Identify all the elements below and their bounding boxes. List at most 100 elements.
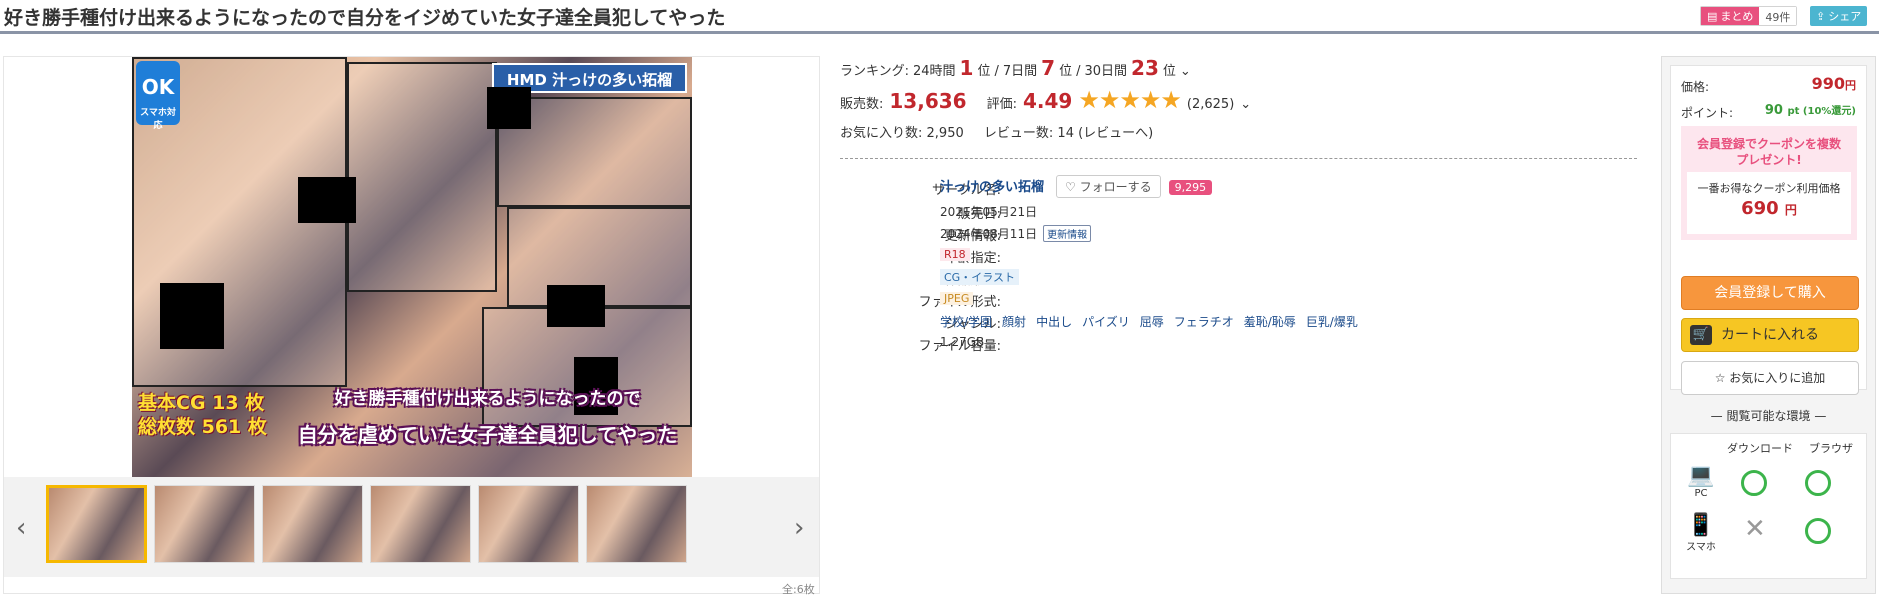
genre-tag[interactable]: 中出し bbox=[1036, 315, 1072, 329]
thumbnail[interactable] bbox=[478, 485, 579, 563]
work-details: サークル名: 汁っけの多い拓榴 ♡ フォローする 9,295 販売日: 2021年05… bbox=[838, 174, 1638, 354]
genre-tag[interactable]: 顔射 bbox=[1002, 315, 1026, 329]
matome-label: ▤ まとめ bbox=[1701, 7, 1760, 25]
fav-count: 2,950 bbox=[926, 126, 964, 141]
follower-count: 9,295 bbox=[1168, 180, 1213, 195]
add-fav-label: お気に入りに追加 bbox=[1729, 371, 1826, 385]
ranking-30d-value: 23 bbox=[1131, 56, 1159, 80]
ranking-24h-value: 1 bbox=[959, 56, 974, 80]
separator: / bbox=[1076, 64, 1081, 79]
update-value: 2024年08月11日 更新情報 bbox=[940, 225, 1092, 242]
file-size: 1.27GB bbox=[940, 335, 985, 349]
add-to-cart-button[interactable]: 🛒 カートに入れる bbox=[1681, 318, 1859, 352]
thumbnail[interactable] bbox=[586, 485, 687, 563]
work-form-badge[interactable]: CG・イラスト bbox=[940, 269, 1019, 285]
prev-arrow-icon[interactable]: ‹ bbox=[16, 513, 26, 543]
ranking-30d-label: 30日間 bbox=[1084, 64, 1128, 79]
rank-unit: 位 bbox=[977, 64, 991, 79]
sales-label: 販売数: bbox=[840, 97, 884, 112]
browser-phone-ok-icon bbox=[1805, 518, 1831, 544]
chevron-down-icon[interactable]: ⌄ bbox=[1180, 64, 1191, 79]
add-to-favorites-button[interactable]: ☆ お気に入りに追加 bbox=[1681, 361, 1859, 395]
rating-value: 4.49 bbox=[1022, 89, 1073, 113]
stats-row: お気に入り数: 2,950 レビュー数: 14 (レビューへ) bbox=[840, 122, 1153, 141]
coupon-price-amount: 690 bbox=[1741, 198, 1779, 219]
coupon-price-unit: 円 bbox=[1784, 203, 1797, 217]
purchase-sidebar: 価格: 990 円 ポイント: 90 pt (10%還元) 会員登録でクーポンを複… bbox=[1661, 56, 1876, 594]
sales-value: 13,636 bbox=[889, 89, 967, 113]
coupon-title-line: 会員登録でクーポンを複数 bbox=[1696, 137, 1841, 151]
thumbnail[interactable] bbox=[370, 485, 471, 563]
price-amount: 990 bbox=[1811, 74, 1845, 93]
cover-title-line: 好き勝手種付け出来るようになったので bbox=[334, 389, 641, 409]
update-info-tag[interactable]: 更新情報 bbox=[1043, 225, 1092, 242]
detail-row-age: 年齢指定: R18 bbox=[838, 244, 1638, 266]
next-arrow-icon[interactable]: › bbox=[794, 513, 804, 543]
detail-row-file: ファイル形式:JPEG bbox=[838, 288, 1638, 310]
review-link[interactable]: (レビューへ) bbox=[1078, 126, 1153, 141]
ranking-row: ランキング: 24時間 1位 / 7日間 7位 / 30日間 23 位 ⌄ bbox=[840, 56, 1191, 80]
cg-count-line: 総枚数 561 枚 bbox=[138, 416, 267, 438]
smartphone-icon: 📱 bbox=[1687, 513, 1715, 538]
purchase-box: 価格: 990 円 ポイント: 90 pt (10%還元) 会員登録でクーポンを複… bbox=[1670, 65, 1867, 395]
phone-device: 📱 スマホ bbox=[1683, 513, 1719, 554]
download-column-header: ダウンロード bbox=[1727, 442, 1793, 455]
download-phone-ng-icon: ✕ bbox=[1744, 514, 1766, 544]
rating-label: 評価: bbox=[986, 97, 1017, 112]
censor-bar bbox=[547, 285, 605, 327]
cg-count-line: 基本CG 13 枚 bbox=[138, 392, 265, 414]
coupon-promo[interactable]: 会員登録でクーポンを複数 プレゼント! 一番お得なクーポン利用価格 690 円 bbox=[1681, 126, 1857, 240]
pc-label: PC bbox=[1694, 488, 1708, 499]
release-date[interactable]: 2021年05月21日 bbox=[940, 203, 1037, 220]
environment-table: ダウンロード ブラウザ 💻 PC 📱 スマホ ✕ bbox=[1670, 433, 1867, 579]
genre-tag[interactable]: 巨乳/爆乳 bbox=[1306, 315, 1358, 329]
censor-bar bbox=[160, 283, 224, 349]
genre-tag[interactable]: 羞恥/恥辱 bbox=[1244, 315, 1296, 329]
thumbnail[interactable] bbox=[262, 485, 363, 563]
ranking-24h-label: 24時間 bbox=[913, 64, 956, 79]
chevron-down-icon[interactable]: ⌄ bbox=[1240, 97, 1251, 112]
heart-icon: ♡ bbox=[1065, 180, 1080, 194]
price-label: 価格: bbox=[1681, 80, 1710, 94]
detail-row-release: 販売日: 2021年05月21日 bbox=[838, 200, 1638, 222]
coupon-price: 690 円 bbox=[1687, 198, 1851, 219]
circle-link[interactable]: 汁っけの多い拓榴 bbox=[940, 180, 1044, 195]
review-label: レビュー数: bbox=[983, 126, 1054, 141]
divider bbox=[840, 158, 1637, 159]
matome-button[interactable]: ▤ まとめ 49件 bbox=[1700, 6, 1798, 26]
product-gallery: OK スマホ対応 HMD 汁っけの多い拓榴 基本CG 13 枚総枚数 561 枚 … bbox=[3, 56, 820, 596]
phone-label: スマホ bbox=[1686, 542, 1716, 553]
ok-badge-sub: スマホ対応 bbox=[140, 108, 176, 131]
genre-tag[interactable]: パイズリ bbox=[1082, 315, 1130, 329]
genre-tag[interactable]: 屈辱 bbox=[1140, 315, 1164, 329]
coupon-subtitle: 一番お得なクーポン利用価格 bbox=[1697, 182, 1841, 195]
star-icon: ☆ bbox=[1714, 371, 1730, 385]
coupon-title-line: プレゼント! bbox=[1736, 153, 1802, 167]
thumbnail[interactable] bbox=[154, 485, 255, 563]
cover-title-line: 自分を虐めていた女子達全員犯してやった bbox=[297, 423, 678, 447]
cover-title: 好き勝手種付け出来るようになったので自分を虐めていた女子達全員犯してやった bbox=[290, 382, 685, 454]
browser-pc-ok-icon bbox=[1805, 470, 1831, 496]
genre-tag[interactable]: フェラチオ bbox=[1174, 315, 1234, 329]
rank-unit: 位 bbox=[1162, 64, 1176, 79]
point-label: ポイント: bbox=[1681, 106, 1734, 120]
thumbnail[interactable] bbox=[46, 485, 147, 563]
point-amount: 90 bbox=[1764, 103, 1783, 118]
register-and-buy-button[interactable]: 会員登録して購入 bbox=[1681, 276, 1859, 310]
bookmark-icon: ▤ bbox=[1707, 9, 1718, 23]
point-suffix: pt (10%還元) bbox=[1787, 106, 1857, 117]
matome-label-text: まとめ bbox=[1720, 10, 1754, 23]
pc-device: 💻 PC bbox=[1683, 463, 1719, 500]
main-product-image[interactable]: OK スマホ対応 HMD 汁っけの多い拓榴 基本CG 13 枚総枚数 561 枚 … bbox=[132, 57, 692, 477]
file-format-badge[interactable]: JPEG bbox=[940, 292, 974, 305]
follow-button[interactable]: ♡ フォローする bbox=[1056, 175, 1161, 198]
ranking-7d-label: 7日間 bbox=[1002, 64, 1038, 79]
laptop-icon: 💻 bbox=[1687, 463, 1715, 488]
genre-tag[interactable]: 学校/学園 bbox=[940, 315, 992, 329]
ok-badge-text: OK bbox=[141, 75, 175, 99]
age-rating-badge[interactable]: R18 bbox=[940, 248, 970, 261]
detail-row-form: 作品形式:CG・イラスト bbox=[838, 266, 1638, 288]
share-button[interactable]: ⇪ シェア bbox=[1810, 6, 1868, 26]
environment-title: 閲覧可能な環境 bbox=[1726, 409, 1811, 423]
browser-column-header: ブラウザ bbox=[1809, 442, 1853, 455]
